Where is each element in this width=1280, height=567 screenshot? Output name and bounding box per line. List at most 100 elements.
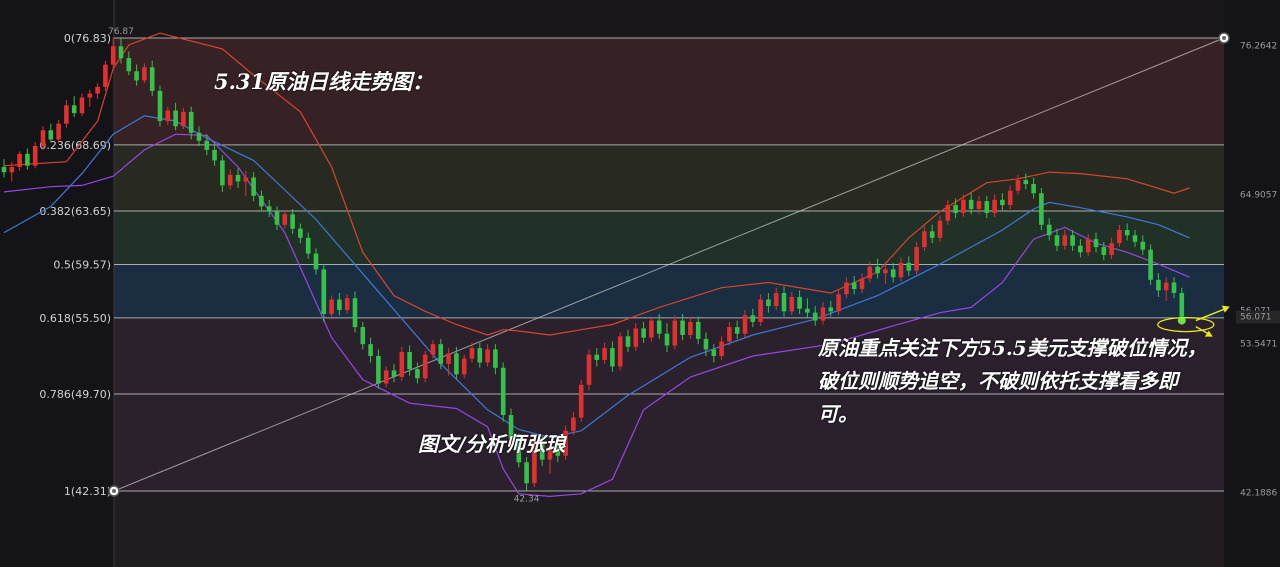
candle-body [1148, 249, 1153, 280]
candle [87, 89, 93, 107]
candle-body [40, 130, 46, 147]
candle-body [1124, 229, 1130, 236]
fib-zone [114, 264, 1224, 318]
candle-body [797, 296, 802, 309]
candle-body [1156, 279, 1161, 291]
candle-body [126, 58, 132, 72]
candle-body [321, 269, 327, 314]
candle-body [235, 174, 241, 182]
candle-body [1007, 190, 1013, 206]
candle-body [87, 93, 93, 98]
candle-body [227, 174, 233, 186]
candle-body [477, 348, 483, 363]
candle-body [1070, 235, 1075, 246]
current-price-text: 56.071 [1240, 313, 1272, 323]
candle-body [875, 266, 880, 274]
candle-body [1179, 292, 1185, 317]
price-scale-label: 64.9057 [1240, 190, 1277, 200]
candle-body [446, 353, 451, 364]
candle-body [173, 110, 178, 127]
candle [79, 93, 85, 116]
author-credit: 图文/分析师张琅 [418, 432, 566, 456]
candle-body [688, 321, 693, 335]
candle-body [984, 201, 990, 213]
candle-body [399, 352, 405, 377]
candle-body [149, 67, 155, 91]
candle-body [134, 71, 139, 81]
price-scale-label: 42.1886 [1240, 489, 1277, 499]
candle-body [968, 199, 974, 209]
candle-body [329, 299, 334, 314]
candle-body [71, 105, 77, 114]
candle-body [298, 228, 303, 238]
candle-body [789, 296, 795, 312]
candle [103, 60, 108, 91]
candle [617, 332, 623, 371]
candle-body [142, 67, 147, 81]
fib-label: 0.786(49.70) [39, 388, 111, 401]
candle [25, 148, 30, 170]
candle-body [1140, 241, 1146, 250]
candle-body [867, 266, 873, 279]
candle [1039, 187, 1044, 230]
candle-body [617, 336, 623, 367]
candle-body [17, 153, 22, 167]
candle-body [391, 370, 397, 377]
candle-body [1015, 180, 1021, 191]
candle-body [953, 205, 958, 213]
candle-body [742, 315, 748, 334]
analysis-comment: 原油重点关注下方55.5美元支撑破位情况，破位则顺势追空，不破则依托支撑看多即可… [818, 336, 1207, 426]
candle-body [906, 262, 912, 271]
candle-body [103, 64, 108, 87]
candle [64, 100, 69, 128]
candle-body [461, 358, 467, 375]
candle-body [805, 308, 810, 313]
candle-body [196, 132, 202, 141]
candle-body [1085, 239, 1091, 253]
candle-body [243, 177, 249, 182]
candle-body [25, 153, 30, 166]
candle-body [633, 328, 639, 347]
candle [586, 349, 592, 391]
candle [17, 151, 22, 171]
candle [578, 379, 584, 422]
candle-body [360, 327, 366, 345]
candle-body [656, 320, 662, 334]
candle-body [438, 344, 444, 364]
candle [321, 264, 327, 322]
candle [32, 142, 38, 169]
candle-body [914, 247, 919, 271]
candle [48, 123, 54, 143]
candle-body [586, 354, 592, 385]
fib-zone [114, 144, 1224, 211]
high-value-label: 76.87 [108, 27, 134, 37]
candle-body [992, 199, 997, 213]
candle-body [376, 355, 381, 384]
candle-body [48, 130, 54, 140]
candle-body [945, 205, 951, 221]
candle-body [1031, 184, 1036, 194]
candle-body [719, 341, 724, 356]
price-scale-label: 76.2642 [1240, 41, 1277, 51]
candle-body [368, 344, 373, 356]
candle-body [1101, 247, 1107, 255]
candle-body [766, 299, 771, 307]
candle-body [1132, 235, 1138, 242]
trendline-handle-core [112, 489, 116, 493]
fib-label: 0.618(55.50) [39, 312, 111, 325]
candle-body [1023, 180, 1029, 185]
zone-above [114, 0, 1224, 38]
chart-title: 5.31原油日线走势图： [214, 69, 434, 94]
candle-body [493, 349, 498, 368]
candle-body [259, 195, 264, 207]
candle-body [773, 292, 779, 307]
candle-body [79, 97, 85, 114]
candle-body [859, 278, 865, 290]
candle-body [1054, 235, 1060, 246]
candle-body [454, 353, 459, 375]
candle-body [352, 298, 358, 328]
candle-body [157, 90, 163, 122]
candle-body [664, 333, 670, 346]
fib-label: 0(76.83) [64, 32, 111, 45]
candle-body [976, 201, 982, 209]
